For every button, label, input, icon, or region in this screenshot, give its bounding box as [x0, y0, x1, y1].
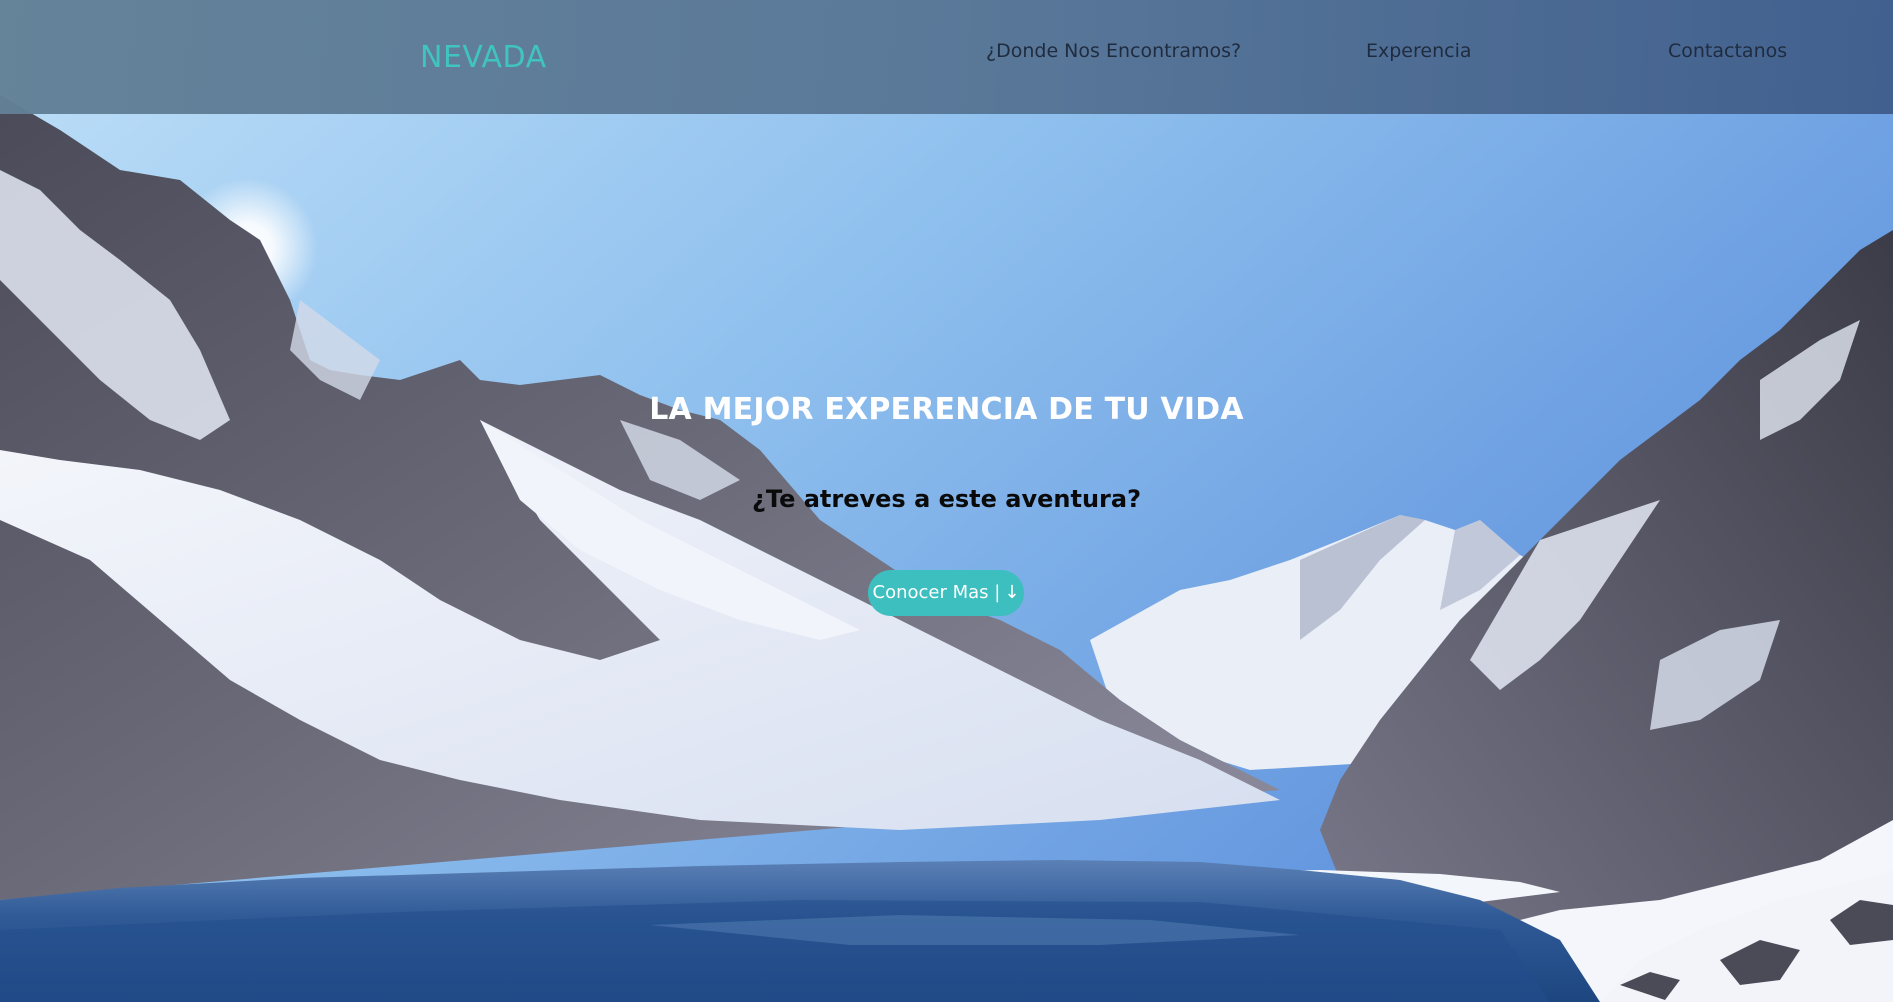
learn-more-button[interactable]: Conocer Mas | ↓ — [868, 570, 1024, 616]
nav-link-contact[interactable]: Contactanos — [1668, 40, 1787, 62]
brand-logo-link[interactable]: NEVADA — [420, 40, 547, 75]
hero-title: LA MEJOR EXPERENCIA DE TU VIDA — [649, 392, 1244, 427]
arrow-down-icon: ↓ — [1004, 582, 1020, 603]
top-navbar: NEVADA ¿Donde Nos Encontramos? Experenci… — [0, 0, 1893, 114]
nav-link-experience[interactable]: Experencia — [1366, 40, 1472, 62]
learn-more-label: Conocer Mas | — [872, 582, 1001, 603]
hero-section: NEVADA ¿Donde Nos Encontramos? Experenci… — [0, 0, 1893, 1002]
landing-page: NEVADA ¿Donde Nos Encontramos? Experenci… — [0, 0, 1893, 1002]
nav-link-location[interactable]: ¿Donde Nos Encontramos? — [986, 40, 1241, 62]
hero-subtitle: ¿Te atreves a este aventura? — [751, 485, 1141, 513]
